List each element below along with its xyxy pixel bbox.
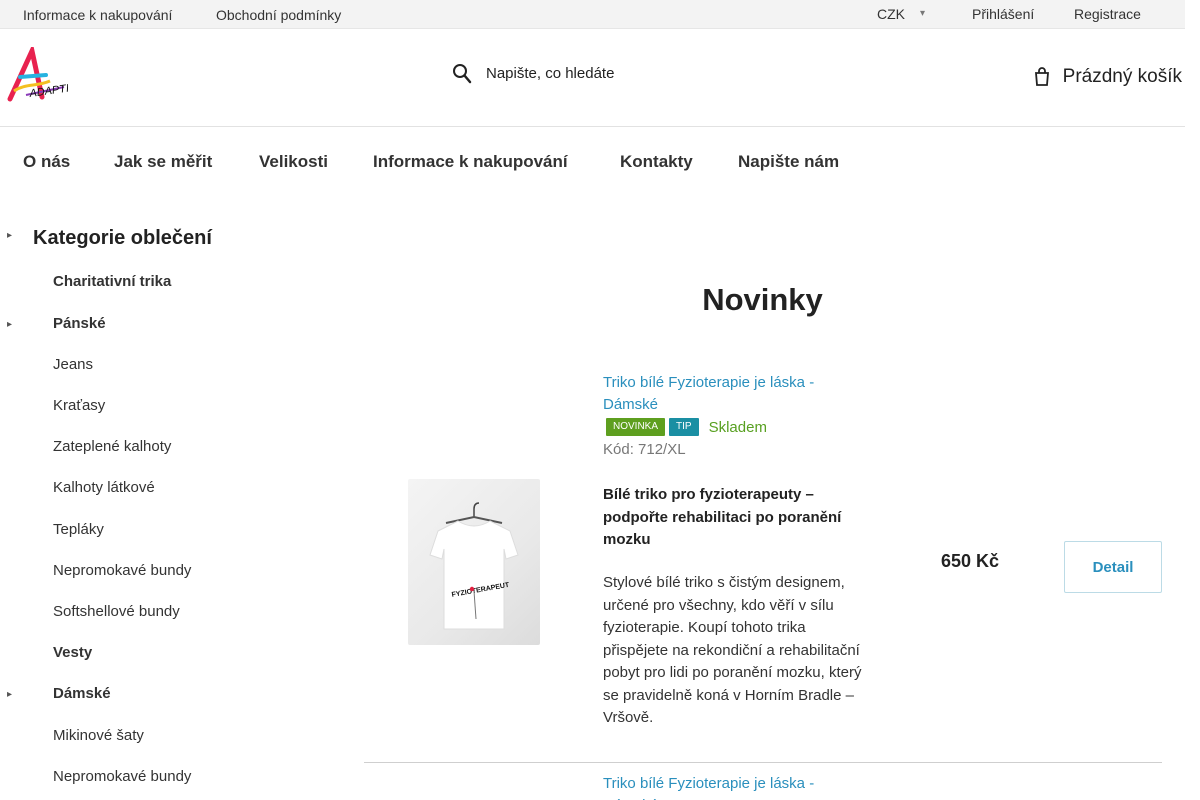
tip-badge: TIP <box>669 418 699 436</box>
product-name-link[interactable]: Triko bílé Fyzioterapie je láska - Dámsk… <box>603 773 853 800</box>
nav-item-contacts[interactable]: Kontakty <box>620 152 693 172</box>
sidebar-item-rain-jackets-women[interactable]: Nepromokavé bundy <box>53 768 191 785</box>
sidebar-item-jeans[interactable]: Jeans <box>53 356 93 373</box>
sidebar-item-softshell-jackets[interactable]: Softshellové bundy <box>53 603 180 620</box>
product-headline: Bílé triko pro fyzioterapeuty – podpořte… <box>603 486 842 548</box>
nav-item-how-to-measure[interactable]: Jak se měřit <box>114 152 212 172</box>
nav-item-about[interactable]: O nás <box>23 152 70 172</box>
chevron-icon[interactable]: ▸ <box>7 319 12 330</box>
page-title: Novinky <box>702 282 823 317</box>
sidebar-item-sweatshirt-dresses[interactable]: Mikinové šaty <box>53 727 144 744</box>
chevron-down-icon[interactable]: ▾ <box>920 8 925 19</box>
sidebar-item-fabric-pants[interactable]: Kalhoty látkové <box>53 479 155 496</box>
site-logo[interactable]: ADAPTIA <box>6 43 77 103</box>
topbar-link-shopping-info[interactable]: Informace k nakupování <box>23 7 172 23</box>
nav-item-shopping-info[interactable]: Informace k nakupování <box>373 152 568 172</box>
currency-select[interactable]: CZK <box>877 6 905 22</box>
product-card: FYZIOTERAPEUT Triko bílé Fyzioterapie je… <box>364 372 1162 763</box>
sidebar-item-charity-shirts[interactable]: Charitativní trika <box>53 273 171 290</box>
header: ADAPTIA Prázdný košík <box>0 29 1185 127</box>
cart-button[interactable]: Prázdný košík <box>1033 66 1182 88</box>
sidebar-item-rain-jackets[interactable]: Nepromokavé bundy <box>53 562 191 579</box>
sidebar-title: Kategorie oblečení <box>33 227 212 249</box>
cart-label: Prázdný košík <box>1062 66 1182 87</box>
product-description: Stylové bílé triko s čistým designem, ur… <box>603 574 862 726</box>
cart-icon <box>1033 67 1051 87</box>
product-price: 650 Kč <box>941 551 1000 571</box>
register-link[interactable]: Registrace <box>1074 6 1141 22</box>
search-icon[interactable] <box>452 63 472 85</box>
product-badges: NOVINKA TIP Skladem <box>603 418 767 436</box>
product-name-link[interactable]: Triko bílé Fyzioterapie je láska - Dámsk… <box>603 372 853 416</box>
search-input[interactable] <box>486 65 786 82</box>
product-code: Kód: 712/XL <box>603 441 686 458</box>
topbar-link-terms[interactable]: Obchodní podmínky <box>216 7 341 23</box>
detail-button[interactable]: Detail <box>1064 541 1162 593</box>
top-bar: Informace k nakupování Obchodní podmínky… <box>0 0 1185 29</box>
sidebar-item-women[interactable]: Dámské <box>53 685 111 702</box>
product-image[interactable]: FYZIOTERAPEUT <box>408 479 540 645</box>
chevron-icon[interactable]: ▸ <box>7 230 12 241</box>
nav-item-sizes[interactable]: Velikosti <box>259 152 328 172</box>
sidebar-item-insulated-pants[interactable]: Zateplené kalhoty <box>53 438 171 455</box>
login-link[interactable]: Přihlášení <box>972 6 1034 22</box>
sidebar-item-vests[interactable]: Vesty <box>53 644 92 661</box>
sidebar-item-shorts[interactable]: Kraťasy <box>53 397 105 414</box>
sidebar-item-men[interactable]: Pánské <box>53 315 106 332</box>
chevron-icon[interactable]: ▸ <box>7 689 12 700</box>
main-nav: O nás Jak se měřit Velikosti Informace k… <box>0 127 1185 195</box>
new-badge: NOVINKA <box>606 418 666 436</box>
stock-status: Skladem <box>708 418 767 436</box>
nav-item-write-us[interactable]: Napište nám <box>738 152 839 172</box>
sidebar-item-sweatpants[interactable]: Tepláky <box>53 521 104 538</box>
